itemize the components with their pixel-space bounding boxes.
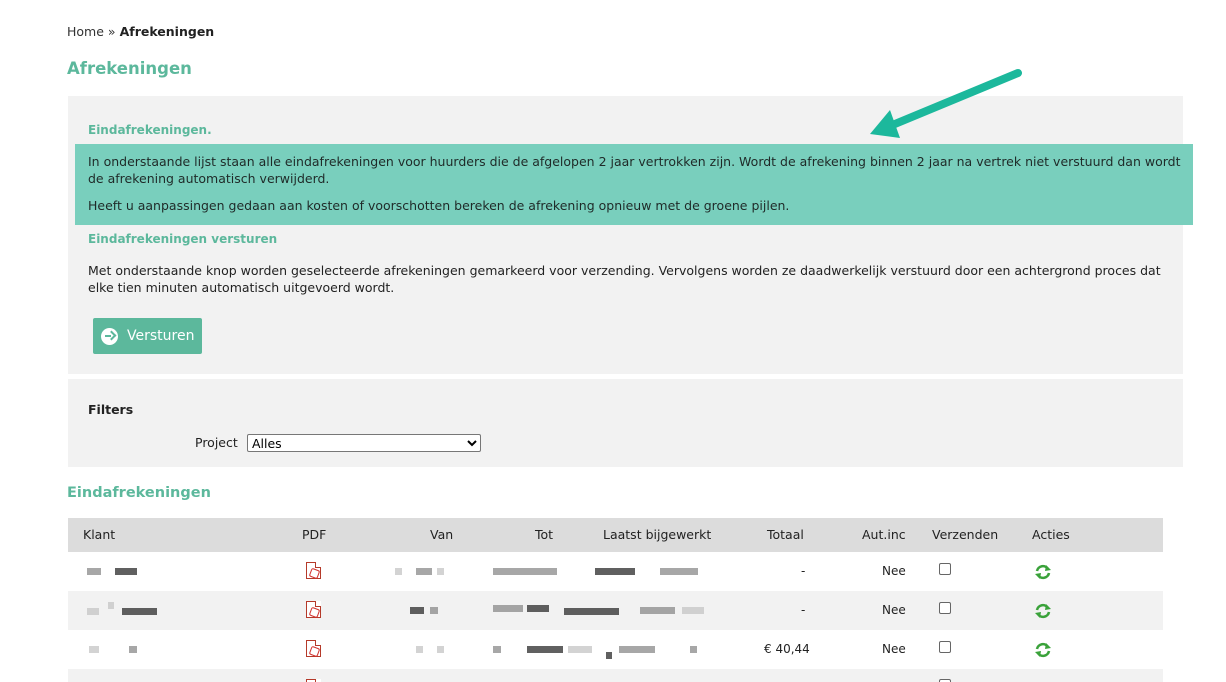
- redacted-klant: [89, 646, 99, 653]
- highlight-box: In onderstaande lijst staan alle eindafr…: [75, 144, 1193, 225]
- col-tot[interactable]: Tot: [535, 527, 553, 542]
- filters-title: Filters: [88, 402, 134, 417]
- col-aut-inc[interactable]: Aut.inc: [862, 527, 906, 542]
- info-paragraph-1: In onderstaande lijst staan alle eindafr…: [88, 154, 1181, 186]
- col-totaal[interactable]: Totaal: [767, 527, 804, 542]
- send-button-label: Versturen: [127, 328, 195, 344]
- verzenden-checkbox[interactable]: [939, 602, 951, 614]
- table-section-title: Eindafrekeningen: [67, 485, 211, 501]
- redacted-bijgewerkt: [682, 607, 704, 614]
- aut-inc-value: Nee: [882, 603, 906, 617]
- arrow-right-circle-icon: [101, 327, 118, 345]
- aut-inc-value: Nee: [882, 642, 906, 656]
- col-laatst-bijgewerkt[interactable]: Laatst bijgewerkt: [603, 527, 711, 542]
- verzenden-checkbox[interactable]: [939, 641, 951, 653]
- col-verzenden[interactable]: Verzenden: [932, 527, 998, 542]
- project-select[interactable]: Alles: [247, 434, 481, 452]
- redacted-tot: [493, 646, 501, 653]
- pdf-icon[interactable]: [306, 601, 321, 618]
- redacted-tot: [493, 605, 523, 612]
- totaal-value: -: [801, 564, 806, 578]
- redacted-bijgewerkt: [660, 568, 698, 575]
- redacted-bijgewerkt: [619, 646, 655, 653]
- redacted-klant: [108, 602, 114, 609]
- redacted-tot: [527, 646, 563, 653]
- totaal-value: € 40,44: [764, 642, 810, 656]
- redacted-bijgewerkt: [640, 607, 675, 614]
- info-paragraph-2: Heeft u aanpassingen gedaan aan kosten o…: [88, 198, 790, 213]
- send-button[interactable]: Versturen: [93, 318, 202, 354]
- redacted-van: [430, 607, 438, 614]
- redacted-tot: [527, 605, 549, 612]
- breadcrumb-current: Afrekeningen: [119, 24, 215, 39]
- redacted-klant: [115, 568, 137, 575]
- redacted-klant: [87, 568, 101, 575]
- redacted-klant: [129, 646, 137, 653]
- page-title: Afrekeningen: [67, 59, 192, 78]
- send-heading: Eindafrekeningen versturen: [88, 232, 278, 246]
- send-description: Met onderstaande knop worden geselecteer…: [88, 263, 1161, 295]
- pdf-icon[interactable]: [306, 562, 321, 579]
- table-row: - Nee: [68, 591, 1163, 630]
- redacted-van: [437, 568, 444, 575]
- table-row: [68, 669, 1163, 682]
- annotation-arrow: [870, 69, 1022, 138]
- col-acties[interactable]: Acties: [1032, 527, 1070, 542]
- eindafrekeningen-table: Klant PDF Van Tot Laatst bijgewerkt Tota…: [68, 518, 1163, 682]
- table-row: - Nee: [68, 552, 1163, 591]
- project-label: Project: [195, 435, 238, 450]
- redacted-bijgewerkt: [564, 608, 619, 615]
- col-van[interactable]: Van: [430, 527, 453, 542]
- breadcrumb: Home» Afrekeningen: [67, 24, 214, 39]
- refresh-icon[interactable]: [1034, 603, 1052, 619]
- redacted-van: [410, 607, 424, 614]
- verzenden-checkbox[interactable]: [939, 563, 951, 575]
- col-klant[interactable]: Klant: [83, 527, 115, 542]
- info-heading: Eindafrekeningen.: [88, 123, 212, 137]
- totaal-value: -: [801, 603, 806, 617]
- refresh-icon[interactable]: [1034, 642, 1052, 658]
- redacted-klant: [87, 608, 99, 615]
- redacted-van: [437, 646, 444, 653]
- breadcrumb-separator: »: [107, 24, 116, 39]
- refresh-icon[interactable]: [1034, 564, 1052, 580]
- redacted-bijgewerkt: [595, 568, 635, 575]
- pdf-icon[interactable]: [306, 640, 321, 657]
- redacted-bijgewerkt: [568, 646, 592, 653]
- redacted-van: [416, 646, 423, 653]
- redacted-van: [395, 568, 402, 575]
- breadcrumb-home[interactable]: Home: [67, 24, 104, 39]
- filters-panel: Filters Project Alles: [68, 379, 1183, 467]
- redacted-tot: [493, 568, 557, 575]
- table-row: € 40,44 Nee: [68, 630, 1163, 669]
- redacted-klant: [122, 608, 157, 615]
- redacted-van: [416, 568, 432, 575]
- redacted-bijgewerkt: [606, 652, 612, 659]
- redacted-bijgewerkt: [690, 646, 697, 653]
- aut-inc-value: Nee: [882, 564, 906, 578]
- table-header: Klant PDF Van Tot Laatst bijgewerkt Tota…: [68, 518, 1163, 552]
- col-pdf[interactable]: PDF: [302, 527, 326, 542]
